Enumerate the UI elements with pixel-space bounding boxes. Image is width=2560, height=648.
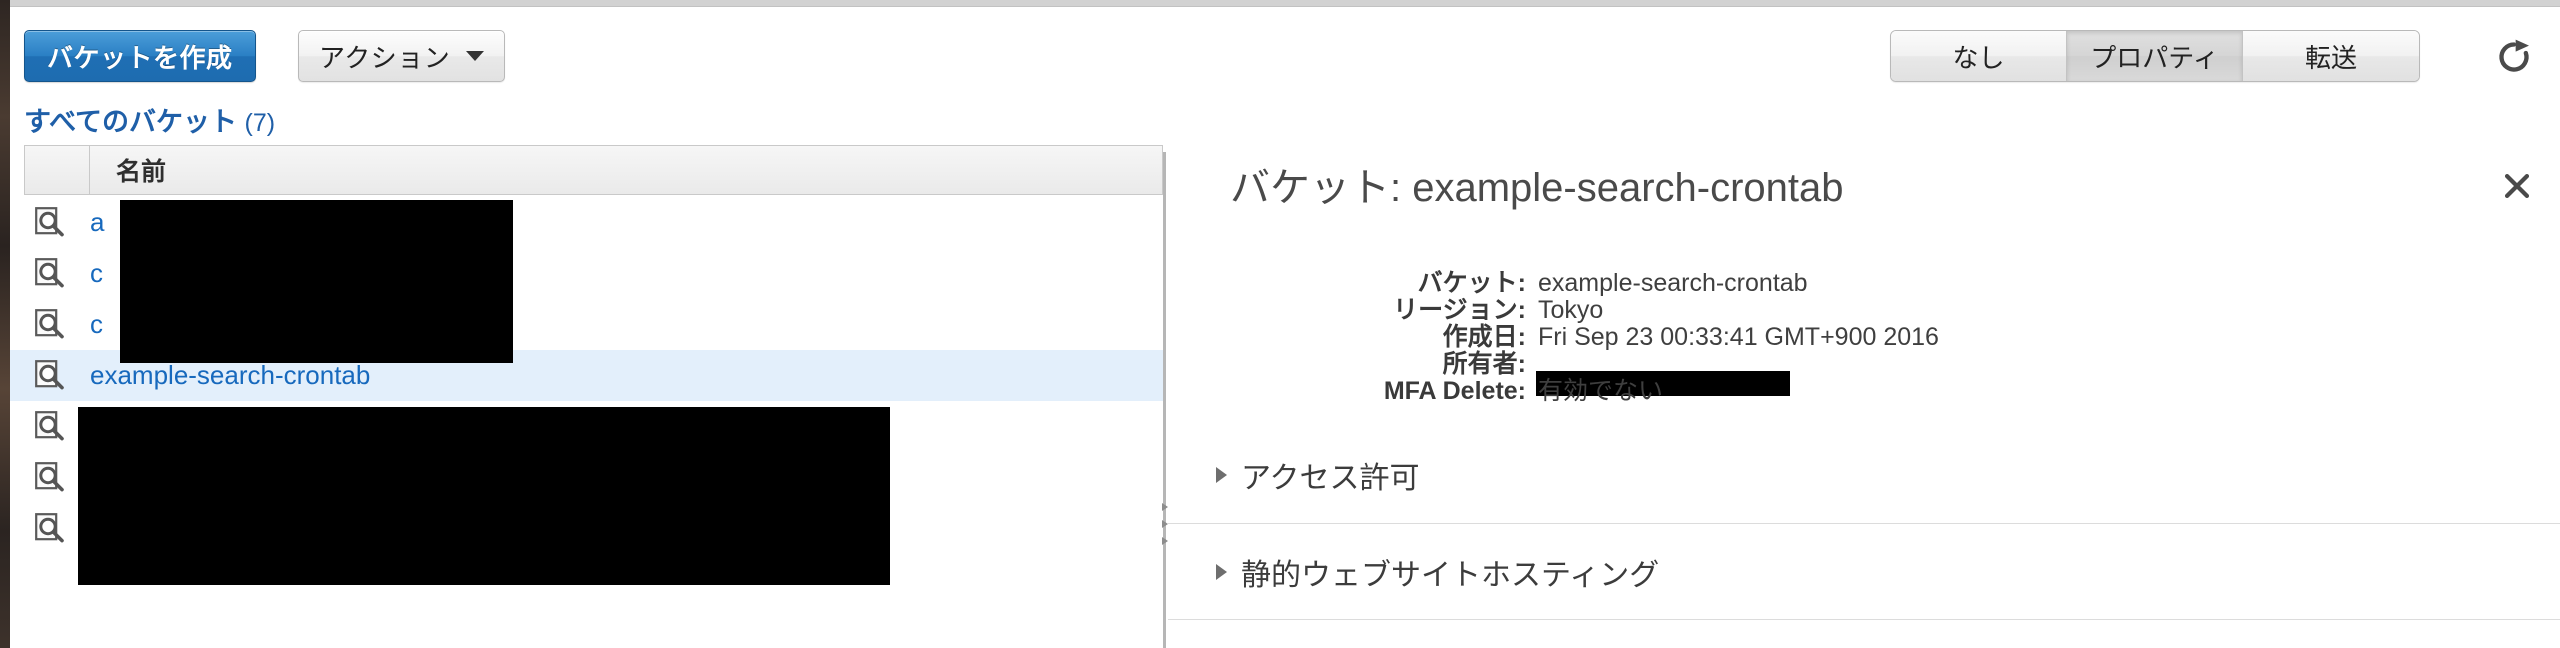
breadcrumb-label: すべてのバケット [24,107,238,137]
bucket-property-list: バケット: example-search-crontab リージョン: Tokyo 作成… [1168,263,2560,405]
bucket-properties-pane: バケット: example-search-crontab バケット: exampl… [1168,145,2560,648]
detail-pane-title: バケット: example-search-crontab [1230,166,1844,210]
view-mode-none[interactable]: なし [1891,31,2067,81]
accordion-section-label: 静的ウェブサイトホスティング [1241,558,1660,592]
search-document-icon[interactable] [10,257,90,290]
redaction-block-lower [78,407,890,585]
actions-label: アクション [319,42,451,73]
bucket-sections-accordion: アクセス許可静的ウェブサイトホスティングログ記録 [1168,427,2560,648]
accordion-section-label: アクセス許可 [1241,462,1420,495]
grip-arrow-icon [1161,520,1168,528]
property-row: 作成日: Fri Sep 23 00:33:41 GMT+900 2016 [1168,317,2560,351]
bucket-name-label[interactable]: a [90,207,104,238]
breadcrumb-count: (7) [244,109,276,137]
grip-arrow-icon [1161,537,1168,545]
property-value: 有効でない [1538,377,1664,405]
view-mode-none-label: なし [1952,42,2005,73]
property-label: MFA Delete: [1383,377,1526,405]
close-icon[interactable] [2494,163,2540,209]
column-header-icon[interactable] [24,145,90,195]
property-value: Fri Sep 23 00:33:41 GMT+900 2016 [1538,323,1939,351]
property-row: バケット: example-search-crontab [1168,263,2560,297]
view-mode-transfer[interactable]: 転送 [2243,31,2419,81]
bucket-name-label[interactable]: c [90,258,103,289]
redaction-block-upper [120,200,513,363]
view-mode-properties[interactable]: プロパティ [2067,31,2243,81]
bucket-list-pane: 名前 accexample-search-crontabestte [10,145,1163,648]
search-document-icon[interactable] [10,206,90,239]
chevron-down-icon [466,51,485,61]
property-label: 所有者: [1442,350,1526,378]
toolbar: バケットを作成 アクション なし プロパティ 転送 [10,7,2560,95]
view-mode-transfer-label: 転送 [2304,42,2357,73]
property-value: Tokyo [1538,296,1604,324]
search-document-icon[interactable] [10,308,90,341]
accordion-section[interactable]: ログ記録 [1168,619,2560,648]
s3-console-window: バケットを作成 アクション なし プロパティ 転送 すべてのバケット (7) 名… [0,0,2560,648]
desktop-background-strip [0,0,10,648]
property-value: example-search-crontab [1538,269,1808,297]
accordion-section[interactable]: アクセス許可 [1168,427,2560,523]
actions-dropdown-button[interactable]: アクション [298,30,506,82]
property-row: リージョン: Tokyo [1168,290,2560,324]
grip-arrow-icon [1161,503,1168,511]
bucket-name-label[interactable]: c [90,309,103,340]
create-bucket-button[interactable]: バケットを作成 [24,30,256,82]
breadcrumb[interactable]: すべてのバケット (7) [24,100,275,139]
column-header-name[interactable]: 名前 [90,145,1163,195]
bucket-name-label[interactable]: example-search-crontab [90,360,370,391]
column-header-name-label: 名前 [116,158,167,186]
view-mode-segmented-control[interactable]: なし プロパティ 転送 [1890,30,2420,82]
accordion-section[interactable]: 静的ウェブサイトホスティング [1168,523,2560,619]
window-top-bar [10,0,2560,7]
triangle-right-icon [1216,563,1227,580]
create-bucket-label: バケットを作成 [47,42,233,73]
bucket-list-header: 名前 [24,145,1163,195]
triangle-right-icon [1216,467,1227,483]
search-document-icon[interactable] [10,359,90,392]
view-mode-properties-label: プロパティ [2090,42,2219,73]
pane-splitter[interactable] [1163,152,1166,648]
refresh-icon[interactable] [2486,33,2542,81]
